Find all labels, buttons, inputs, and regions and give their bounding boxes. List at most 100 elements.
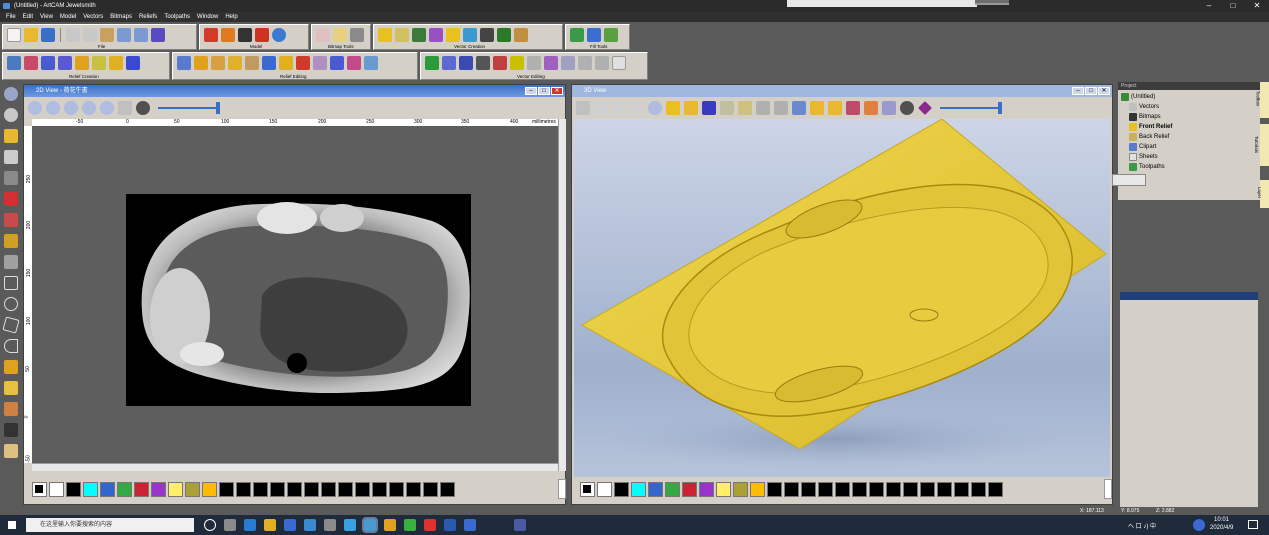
view-2d-minimize-button[interactable]: – xyxy=(525,87,537,95)
bitmap-fill-icon[interactable] xyxy=(333,28,347,42)
redo-icon[interactable] xyxy=(134,28,148,42)
vector-grid-icon[interactable] xyxy=(480,28,494,42)
color-swatch[interactable] xyxy=(631,481,646,497)
relief-offset-icon[interactable] xyxy=(211,56,225,70)
highlight-icon[interactable] xyxy=(684,101,698,115)
model-open-icon[interactable] xyxy=(221,28,235,42)
zoom-box-icon[interactable] xyxy=(100,101,114,115)
paste-icon[interactable] xyxy=(100,28,114,42)
model-globe-icon[interactable] xyxy=(272,28,286,42)
relief-texture-icon[interactable] xyxy=(75,56,89,70)
vector-arrow-icon[interactable] xyxy=(395,28,409,42)
draw-vectors-icon[interactable] xyxy=(720,101,734,115)
color-swatch[interactable] xyxy=(801,481,816,497)
view-3d-canvas[interactable] xyxy=(574,118,1110,477)
relief-paint-icon[interactable] xyxy=(364,56,378,70)
polyline-icon[interactable] xyxy=(4,255,18,269)
vector-copy-icon[interactable] xyxy=(561,56,575,70)
circle-icon[interactable] xyxy=(4,297,18,311)
rectangle-icon[interactable] xyxy=(4,276,18,290)
knife-icon[interactable] xyxy=(4,444,18,458)
relief-tilt-icon[interactable] xyxy=(279,56,293,70)
tree-item-untitled[interactable]: (Untitled) xyxy=(1121,92,1260,102)
file-explorer-icon[interactable] xyxy=(264,519,276,531)
tree-item-vectors[interactable]: Vectors xyxy=(1121,102,1260,112)
color-swatch[interactable] xyxy=(100,481,115,497)
pencil-icon[interactable] xyxy=(4,192,18,206)
zoom-icon[interactable] xyxy=(4,87,18,101)
vector-rotate-icon[interactable] xyxy=(578,56,592,70)
open-folder-icon[interactable] xyxy=(24,28,38,42)
menu-file[interactable]: File xyxy=(6,12,16,22)
vector-trim-icon[interactable] xyxy=(493,56,507,70)
fill-pattern-icon[interactable] xyxy=(570,28,584,42)
view-2d-vertical-scrollbar[interactable] xyxy=(558,119,566,471)
arc-icon[interactable] xyxy=(4,339,18,353)
globe-icon[interactable] xyxy=(4,108,18,122)
relief-color-icon[interactable] xyxy=(828,101,842,115)
store-icon[interactable] xyxy=(284,519,296,531)
menu-model[interactable]: Model xyxy=(60,12,76,22)
color-swatch[interactable] xyxy=(869,481,884,497)
undo-icon[interactable] xyxy=(117,28,131,42)
view-2d-close-button[interactable]: ✕ xyxy=(551,87,563,95)
active-star-icon[interactable] xyxy=(810,101,824,115)
close-button[interactable]: ✕ xyxy=(1245,0,1269,12)
copy-icon[interactable] xyxy=(83,28,97,42)
color-swatch[interactable] xyxy=(66,481,81,497)
clock-date[interactable]: 2020/4/9 xyxy=(1210,525,1233,531)
app-icon-14[interactable] xyxy=(514,519,526,531)
color-swatch[interactable] xyxy=(971,481,986,497)
view-2d-palette-scroll[interactable] xyxy=(558,479,566,499)
color-swatch[interactable] xyxy=(733,481,748,497)
text-icon[interactable] xyxy=(4,360,18,374)
relief-dome-icon[interactable] xyxy=(58,56,72,70)
relief-spin-icon[interactable] xyxy=(109,56,123,70)
view-3d-close-button[interactable]: ✕ xyxy=(1098,87,1110,95)
menu-edit[interactable]: Edit xyxy=(23,12,33,22)
menu-window[interactable]: Window xyxy=(197,12,218,22)
new-file-icon[interactable] xyxy=(7,28,21,42)
color-swatch[interactable] xyxy=(886,481,901,497)
iso-view-icon[interactable] xyxy=(576,101,590,115)
render-icon[interactable] xyxy=(846,101,860,115)
pen-icon[interactable] xyxy=(151,28,165,42)
color-swatch[interactable] xyxy=(988,481,1003,497)
relief-smooth-icon[interactable] xyxy=(177,56,191,70)
color-swatch[interactable] xyxy=(750,481,765,497)
clock-time[interactable]: 10:01 xyxy=(1214,517,1229,523)
color-swatch[interactable] xyxy=(355,481,370,497)
color-swatch[interactable] xyxy=(134,481,149,497)
zoom-out-icon[interactable] xyxy=(46,101,60,115)
task-view-icon[interactable] xyxy=(224,519,236,531)
tree-item-clipart[interactable]: Clipart xyxy=(1121,142,1260,152)
top-view-icon[interactable] xyxy=(630,101,644,115)
relief-extrude-icon[interactable] xyxy=(126,56,140,70)
side-view-icon[interactable] xyxy=(612,101,626,115)
color-swatch[interactable] xyxy=(83,481,98,497)
color-swatch[interactable] xyxy=(597,481,612,497)
word-icon[interactable] xyxy=(444,519,456,531)
view-2d-canvas[interactable] xyxy=(32,126,558,463)
relief-heart-icon[interactable] xyxy=(24,56,38,70)
color-swatch[interactable] xyxy=(852,481,867,497)
fill-leaf-icon[interactable] xyxy=(604,28,618,42)
app-icon-9[interactable] xyxy=(384,519,396,531)
view-3d-slider[interactable] xyxy=(940,102,1002,114)
bitmap-eraser-icon[interactable] xyxy=(316,28,330,42)
view-3d-restore-button[interactable]: □ xyxy=(1085,87,1097,95)
transform-icon[interactable] xyxy=(4,171,18,185)
vector-pen-icon[interactable] xyxy=(429,28,443,42)
color-swatch[interactable] xyxy=(954,481,969,497)
texture-icon[interactable] xyxy=(774,101,788,115)
brush-icon[interactable] xyxy=(4,234,18,248)
diamond-icon[interactable] xyxy=(918,101,932,115)
color-swatch[interactable] xyxy=(270,481,285,497)
vector-fillet-icon[interactable] xyxy=(527,56,541,70)
view-3d-settings-icon[interactable] xyxy=(900,101,914,115)
taskbar-search-box[interactable]: 在这里输入你要搜索的内容 xyxy=(26,518,194,532)
cut-icon[interactable] xyxy=(66,28,80,42)
view-settings-icon[interactable] xyxy=(136,101,150,115)
vector-select-icon[interactable] xyxy=(378,28,392,42)
color-swatch[interactable] xyxy=(287,481,302,497)
